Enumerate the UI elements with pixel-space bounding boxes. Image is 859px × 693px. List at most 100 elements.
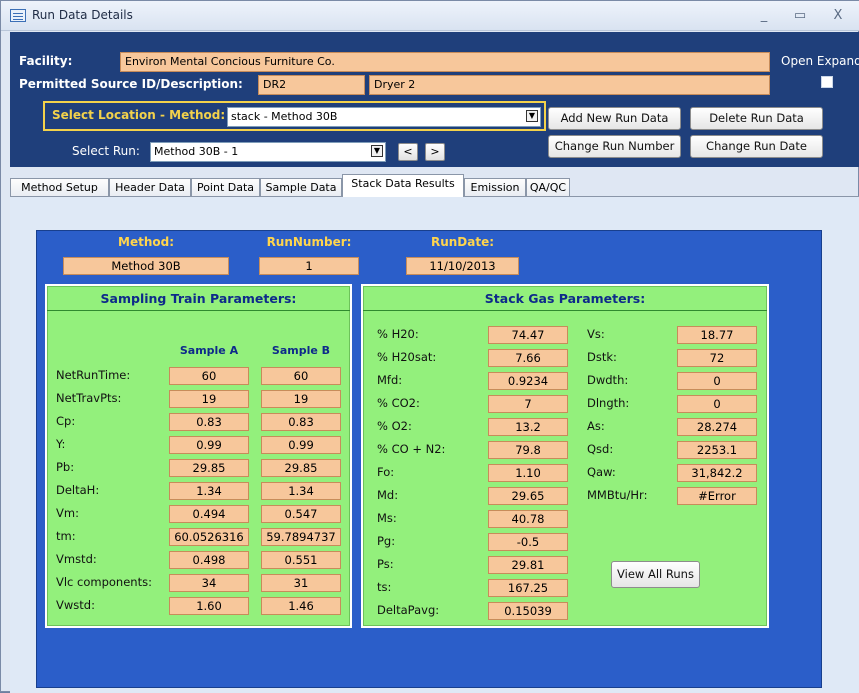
divider: [47, 310, 350, 311]
chevron-down-icon[interactable]: ▼: [526, 110, 538, 122]
stack-param-value[interactable]: 7: [488, 395, 568, 413]
stack-param-label: Dstk:: [587, 350, 617, 364]
stack-param-value[interactable]: 0: [677, 395, 757, 413]
stack-data-results-panel: Method: Method 30B RunNumber: 1 RunDate:…: [36, 230, 822, 688]
tab-method-setup[interactable]: Method Setup: [10, 178, 109, 197]
rundate-label: RunDate:: [430, 235, 495, 249]
stack-param-label: Qaw:: [587, 465, 616, 479]
stack-param-value[interactable]: -0.5: [488, 533, 568, 551]
sample-a-value[interactable]: 60: [169, 367, 249, 385]
tab-strip: Method Setup Header Data Point Data Samp…: [10, 174, 859, 197]
stack-param-value[interactable]: 167.25: [488, 579, 568, 597]
sample-b-value[interactable]: 31: [261, 574, 341, 592]
param-label: Y:: [56, 437, 66, 451]
chevron-down-icon[interactable]: ▼: [371, 145, 383, 157]
select-location-combo[interactable]: stack - Method 30B ▼: [227, 107, 541, 127]
stack-param-value[interactable]: 29.81: [488, 556, 568, 574]
tab-qa-qc[interactable]: QA/QC: [526, 178, 570, 197]
add-new-run-button[interactable]: Add New Run Data: [548, 107, 681, 130]
stack-param-value[interactable]: 0: [677, 372, 757, 390]
sample-b-value[interactable]: 19: [261, 390, 341, 408]
tab-sample-data[interactable]: Sample Data: [260, 178, 342, 197]
source-id-field[interactable]: DR2: [258, 75, 365, 95]
param-label: NetRunTime:: [56, 368, 131, 382]
sample-a-value[interactable]: 0.83: [169, 413, 249, 431]
sample-a-value[interactable]: 0.99: [169, 436, 249, 454]
sample-b-header: Sample B: [271, 344, 331, 357]
sample-b-value[interactable]: 1.34: [261, 482, 341, 500]
sample-a-value[interactable]: 29.85: [169, 459, 249, 477]
select-run-label: Select Run:: [72, 144, 140, 158]
param-label: tm:: [56, 529, 76, 543]
stack-param-value[interactable]: 72: [677, 349, 757, 367]
sample-a-value[interactable]: 1.60: [169, 597, 249, 615]
sample-b-value[interactable]: 29.85: [261, 459, 341, 477]
select-run-combo[interactable]: Method 30B - 1 ▼: [150, 142, 386, 162]
window-title: Run Data Details: [32, 8, 133, 22]
stack-param-label: Fo:: [377, 465, 395, 479]
facility-field[interactable]: Environ Mental Concious Furniture Co.: [120, 52, 770, 72]
runnumber-field[interactable]: 1: [259, 257, 359, 275]
method-label: Method:: [118, 235, 174, 249]
tab-point-data[interactable]: Point Data: [191, 178, 260, 197]
sampling-train-title: Sampling Train Parameters:: [100, 291, 297, 306]
stack-param-value[interactable]: 74.47: [488, 326, 568, 344]
param-label: Cp:: [56, 414, 76, 428]
method-field[interactable]: Method 30B: [63, 257, 229, 275]
previous-run-button[interactable]: <: [398, 143, 418, 161]
sample-b-value[interactable]: 0.99: [261, 436, 341, 454]
delete-run-button[interactable]: Delete Run Data: [690, 107, 823, 130]
stack-param-value[interactable]: 18.77: [677, 326, 757, 344]
stack-param-label: Ps:: [377, 557, 394, 571]
maximize-button[interactable]: ▭: [788, 7, 812, 25]
source-description-field[interactable]: Dryer 2: [369, 75, 770, 95]
stack-param-value[interactable]: 0.9234: [488, 372, 568, 390]
stack-param-label: Md:: [377, 488, 399, 502]
sample-b-value[interactable]: 60: [261, 367, 341, 385]
stack-param-value[interactable]: 31,842.2: [677, 464, 757, 482]
title-bar: Run Data Details _ ▭ X: [1, 1, 859, 31]
rundate-field[interactable]: 11/10/2013: [406, 257, 519, 275]
sample-a-value[interactable]: 34: [169, 574, 249, 592]
tab-stack-data-results[interactable]: Stack Data Results: [342, 174, 464, 197]
param-label: Vlc components:: [56, 575, 152, 589]
stack-param-value[interactable]: 79.8: [488, 441, 568, 459]
sample-b-value[interactable]: 0.551: [261, 551, 341, 569]
sample-b-value[interactable]: 0.547: [261, 505, 341, 523]
stack-param-label: Dlngth:: [587, 396, 630, 410]
stack-param-value[interactable]: 2253.1: [677, 441, 757, 459]
sample-b-value[interactable]: 1.46: [261, 597, 341, 615]
permitted-source-label: Permitted Source ID/Description:: [19, 77, 243, 91]
sample-b-value[interactable]: 0.83: [261, 413, 341, 431]
param-label: Vmstd:: [56, 552, 97, 566]
close-button[interactable]: X: [826, 7, 850, 25]
param-label: Vm:: [56, 506, 79, 520]
stack-param-value[interactable]: 13.2: [488, 418, 568, 436]
stack-param-label: % H20:: [377, 327, 419, 341]
view-all-runs-button[interactable]: View All Runs: [611, 561, 700, 588]
sample-b-value[interactable]: 59.7894737: [261, 528, 341, 546]
stack-param-value[interactable]: 7.66: [488, 349, 568, 367]
stack-param-value[interactable]: 28.274: [677, 418, 757, 436]
sample-a-value[interactable]: 19: [169, 390, 249, 408]
minimize-button[interactable]: _: [752, 7, 776, 25]
tab-emission[interactable]: Emission: [464, 178, 526, 197]
stack-param-label: % H20sat:: [377, 350, 437, 364]
change-run-date-button[interactable]: Change Run Date: [690, 135, 823, 158]
sample-a-value[interactable]: 0.494: [169, 505, 249, 523]
sample-a-value[interactable]: 60.0526316: [169, 528, 249, 546]
sample-a-value[interactable]: 0.498: [169, 551, 249, 569]
stack-param-value[interactable]: 40.78: [488, 510, 568, 528]
stack-param-value[interactable]: 29.65: [488, 487, 568, 505]
tab-header-data[interactable]: Header Data: [109, 178, 191, 197]
change-run-number-button[interactable]: Change Run Number: [548, 135, 681, 158]
stack-param-value[interactable]: 1.10: [488, 464, 568, 482]
sampling-train-box: Sampling Train Parameters: Sample A Samp…: [45, 284, 352, 628]
stack-param-value[interactable]: #Error: [677, 487, 757, 505]
sample-a-header: Sample A: [179, 344, 239, 357]
stack-param-label: Pg:: [377, 534, 396, 548]
open-expanded-checkbox[interactable]: [821, 76, 833, 88]
next-run-button[interactable]: >: [425, 143, 445, 161]
stack-param-value[interactable]: 0.15039: [488, 602, 568, 620]
sample-a-value[interactable]: 1.34: [169, 482, 249, 500]
